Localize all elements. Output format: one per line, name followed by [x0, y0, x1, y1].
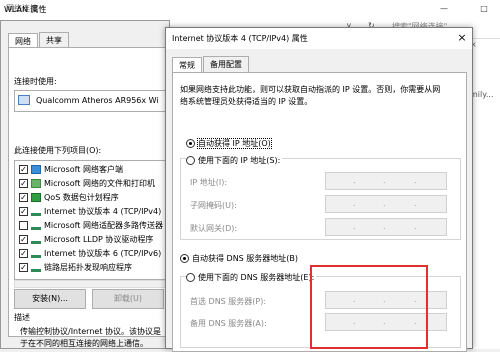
tab-general[interactable]: 常规: [172, 57, 202, 73]
wlan-dialog-title: WLAN 属性: [4, 5, 47, 14]
protocol-icon: [31, 207, 41, 216]
item-label: Microsoft 网络客户端: [44, 165, 123, 174]
network-adapter-icon: [18, 95, 30, 105]
item-label: Internet 协议版本 4 (TCP/IPv4): [44, 207, 162, 216]
list-item[interactable]: ✓ Internet 协议版本 6 (TCP/IPv6): [19, 247, 161, 261]
ip-dot: .: [414, 176, 417, 185]
ip-dot: .: [414, 222, 417, 231]
list-item[interactable]: ✓ Microsoft 网络的文件和打印机: [19, 177, 155, 191]
list-item[interactable]: ✓ Internet 协议版本 4 (TCP/IPv4): [19, 205, 161, 219]
intro-text-line-1: 如果网络支持此功能，则可以获取自动指派的 IP 设置。否则，你需要从网: [180, 85, 441, 94]
item-label: 链路层拓扑发现响应程序: [44, 263, 132, 272]
checkbox[interactable]: ✓: [19, 207, 28, 216]
list-item[interactable]: ✓ 链路层拓扑发现响应程序: [19, 261, 132, 275]
list-item[interactable]: Microsoft 网络适配器多路传送器: [19, 219, 163, 233]
ip-dot: .: [383, 222, 386, 231]
explorer-titlebar: [0, 0, 500, 18]
manual-dns-option[interactable]: 使用下面的 DNS 服务器地址(E):: [186, 272, 317, 283]
checkbox[interactable]: ✓: [19, 179, 28, 188]
ip-dot: .: [414, 199, 417, 208]
item-label: Internet 协议版本 6 (TCP/IPv6): [44, 249, 162, 258]
list-item[interactable]: ✓ Microsoft LLDP 协议驱动程序: [19, 233, 153, 247]
intro-text-line-2: 络系统管理员处获得适当的 IP 设置。: [180, 97, 313, 106]
ip-dot: .: [353, 199, 356, 208]
gateway-input[interactable]: ...: [325, 218, 447, 236]
protocol-icon: [31, 235, 41, 244]
network-client-icon: [31, 165, 41, 174]
qos-icon: [31, 193, 41, 202]
minimize-button[interactable]: —: [428, 0, 460, 18]
checkbox[interactable]: [19, 221, 28, 230]
ip-dot: .: [353, 176, 356, 185]
auto-dns-option[interactable]: 自动获得 DNS 服务器地址(B): [180, 253, 298, 264]
manual-dns-label: 使用下面的 DNS 服务器地址(E):: [198, 273, 315, 282]
alternate-dns-label: 备用 DNS 服务器(A):: [190, 319, 267, 328]
ipv4-tabs: 常规 备用配置: [172, 56, 250, 73]
horizontal-scrollbar[interactable]: [14, 280, 168, 288]
auto-dns-label: 自动获得 DNS 服务器地址(B): [192, 254, 299, 263]
adapter-name: Qualcomm Atheros AR956x Wi: [36, 96, 159, 105]
connect-using-label: 连接时使用:: [14, 77, 57, 86]
items-list[interactable]: ✓ Microsoft 网络客户端 ✓ Microsoft 网络的文件和打印机 ✓ Q…: [14, 160, 168, 280]
manual-ip-label: 使用下面的 IP 地址(S):: [198, 156, 281, 165]
checkbox[interactable]: ✓: [19, 249, 28, 258]
checkbox[interactable]: ✓: [19, 235, 28, 244]
preferred-dns-label: 首选 DNS 服务器(P):: [190, 297, 267, 306]
description-text-line-2: 于在不同的相互连接的网络上通信。: [20, 339, 148, 348]
ip-dot: .: [353, 222, 356, 231]
list-item[interactable]: ✓ Microsoft 网络客户端: [19, 163, 123, 177]
ip-dot: .: [383, 176, 386, 185]
subnet-mask-input[interactable]: ...: [325, 195, 447, 213]
manual-ip-option[interactable]: 使用下面的 IP 地址(S):: [186, 155, 283, 166]
protocol-icon: [31, 249, 41, 258]
items-label: 此连接使用下列项目(O):: [14, 146, 102, 155]
description-label: 描述: [14, 313, 30, 322]
gateway-label: 默认网关(D):: [190, 224, 238, 233]
tab-alternate-config[interactable]: 备用配置: [203, 56, 249, 72]
manual-ip-radio[interactable]: [186, 156, 195, 165]
checkbox[interactable]: ✓: [19, 193, 28, 202]
auto-ip-option[interactable]: 自动获得 IP 地址(O): [186, 138, 272, 149]
protocol-icon: [31, 263, 41, 272]
ip-address-input[interactable]: ...: [325, 172, 447, 190]
ip-dot: .: [383, 199, 386, 208]
maximize-button[interactable]: □: [468, 0, 500, 18]
close-button[interactable]: ×: [453, 29, 471, 47]
auto-ip-radio[interactable]: [186, 139, 195, 148]
manual-dns-radio[interactable]: [186, 273, 195, 282]
ip-address-label: IP 地址(I):: [190, 178, 228, 187]
uninstall-button[interactable]: 卸载(U): [92, 289, 164, 309]
checkbox[interactable]: ✓: [19, 263, 28, 272]
install-button[interactable]: 安装(N)...: [14, 289, 86, 309]
item-label: Microsoft LLDP 协议驱动程序: [44, 235, 154, 244]
description-text-line-1: 传输控制协议/Internet 协议。该协议是: [20, 327, 162, 336]
file-share-icon: [31, 179, 41, 188]
list-item[interactable]: ✓ QoS 数据包计划程序: [19, 191, 119, 205]
item-label: Microsoft 网络适配器多路传送器: [44, 221, 163, 230]
subnet-mask-label: 子网掩码(U):: [190, 201, 237, 210]
auto-dns-radio[interactable]: [180, 254, 189, 263]
highlight-box: [310, 265, 428, 349]
item-label: Microsoft 网络的文件和打印机: [44, 179, 155, 188]
explorer-content-area: [470, 60, 500, 340]
item-label: QoS 数据包计划程序: [44, 193, 119, 202]
checkbox[interactable]: ✓: [19, 165, 28, 174]
protocol-icon: [31, 221, 41, 230]
network-item-label[interactable]: mily...: [470, 90, 493, 99]
ipv4-dialog-title: Internet 协议版本 4 (TCP/IPv4) 属性: [172, 34, 308, 43]
auto-ip-label: 自动获得 IP 地址(O): [197, 138, 272, 149]
wlan-tabs: 网络 共享: [8, 32, 70, 49]
tab-sharing[interactable]: 共享: [39, 32, 69, 48]
